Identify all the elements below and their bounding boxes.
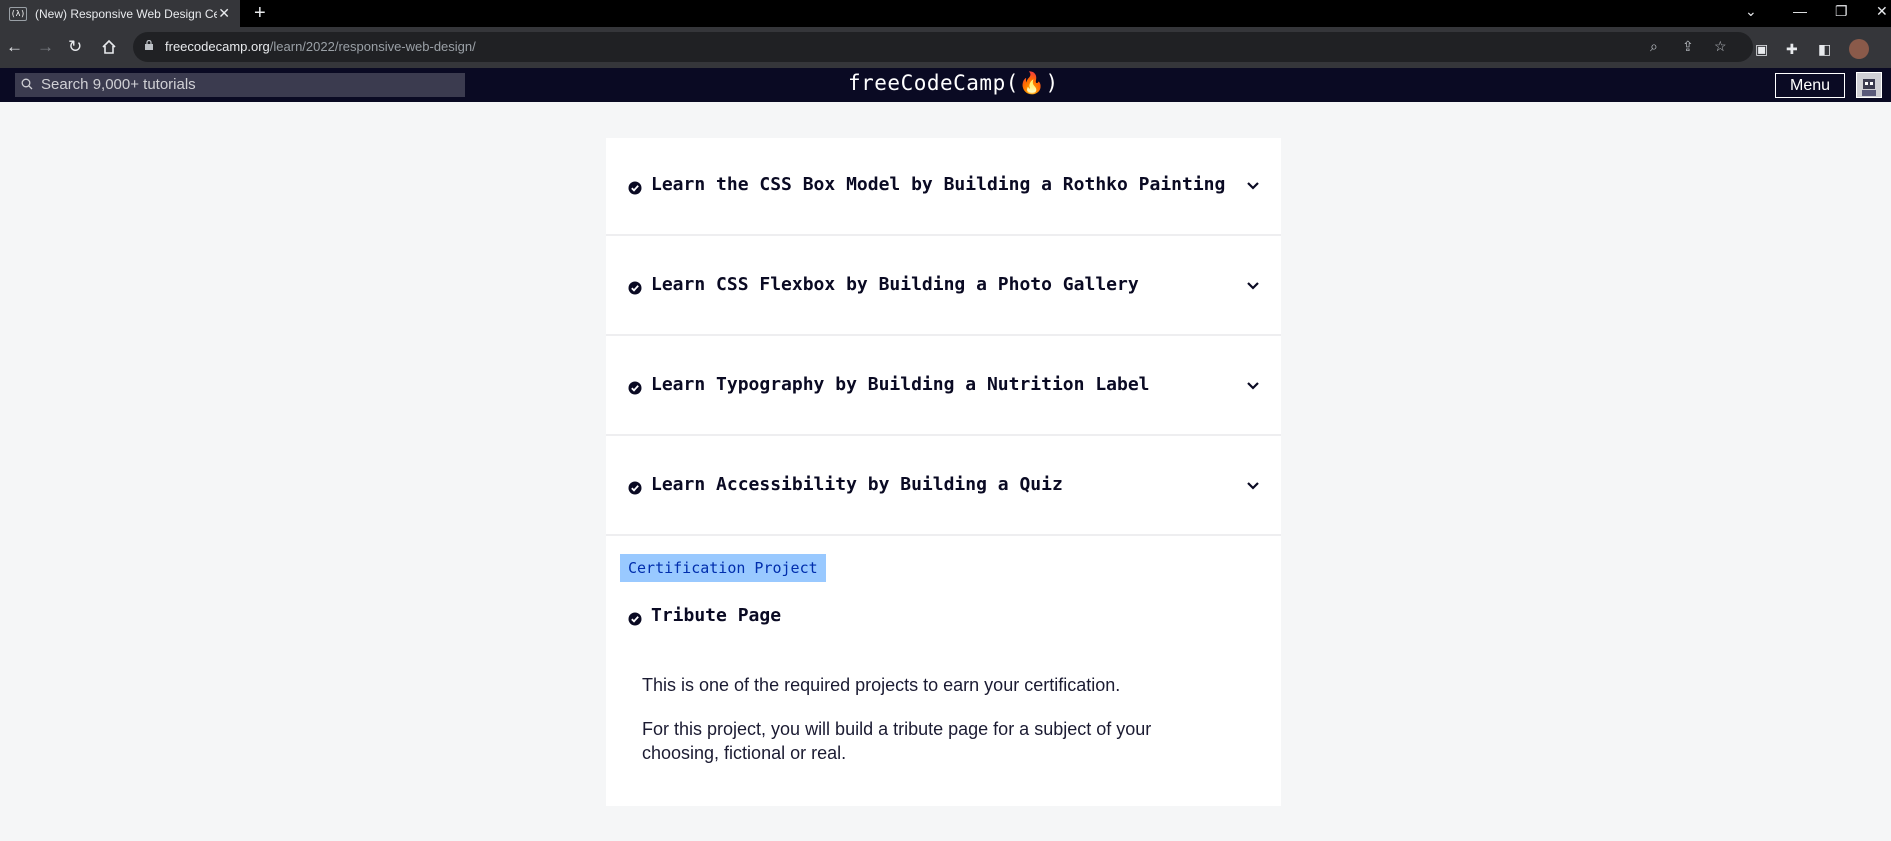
user-avatar[interactable] [1856, 72, 1882, 98]
extension-icon[interactable]: ▣ [1755, 41, 1768, 58]
check-circle-icon [628, 281, 642, 295]
restore-icon[interactable]: ❐ [1835, 3, 1848, 20]
share-icon[interactable]: ⇪ [1682, 38, 1694, 55]
block-title: Learn CSS Flexbox by Building a Photo Ga… [651, 274, 1139, 295]
profile-avatar[interactable] [1849, 39, 1869, 59]
search-input[interactable]: Search 9,000+ tutorials [15, 73, 465, 97]
back-icon[interactable]: ← [6, 37, 23, 57]
tribute-page-link[interactable]: Tribute Page [651, 605, 781, 626]
extensions-puzzle-icon[interactable]: ✚ [1786, 41, 1798, 58]
superblock-panel: Learn the CSS Box Model by Building a Ro… [606, 138, 1281, 806]
lock-icon [145, 40, 153, 50]
browser-tab[interactable]: (λ) (New) Responsive Web Design Ce ✕ [0, 0, 240, 27]
reload-icon[interactable]: ↻ [68, 37, 82, 57]
forward-icon[interactable]: → [37, 37, 54, 57]
project-description-1: This is one of the required projects to … [642, 675, 1121, 695]
address-bar[interactable]: freecodecamp.org/learn/2022/responsive-w… [133, 32, 1753, 62]
chevron-down-icon [1247, 382, 1259, 390]
certification-project-tag: Certification Project [620, 554, 826, 582]
block-title: Learn the CSS Box Model by Building a Ro… [651, 174, 1226, 195]
side-panel-icon[interactable]: ◧ [1818, 41, 1831, 58]
robot-avatar-icon [1862, 79, 1876, 96]
block-rothko[interactable]: Learn the CSS Box Model by Building a Ro… [606, 138, 1281, 236]
check-circle-icon [628, 481, 642, 495]
bookmark-star-icon[interactable]: ☆ [1714, 38, 1727, 55]
tab-title: (New) Responsive Web Design Ce [35, 6, 217, 21]
chevron-down-icon [1247, 482, 1259, 490]
new-tab-icon[interactable]: + [254, 3, 266, 23]
block-typography[interactable]: Learn Typography by Building a Nutrition… [606, 338, 1281, 436]
block-flexbox[interactable]: Learn CSS Flexbox by Building a Photo Ga… [606, 238, 1281, 336]
zoom-icon[interactable]: ⌕ [1650, 38, 1658, 55]
check-circle-icon [628, 181, 642, 195]
minimize-icon[interactable]: — [1793, 3, 1807, 19]
url-text: freecodecamp.org/learn/2022/responsive-w… [165, 39, 476, 54]
close-window-icon[interactable]: ✕ [1876, 3, 1888, 20]
block-accessibility[interactable]: Learn Accessibility by Building a Quiz [606, 438, 1281, 536]
fcc-navbar: Search 9,000+ tutorials freeCodeCamp(🔥) … [0, 68, 1891, 102]
close-tab-icon[interactable]: ✕ [218, 5, 230, 22]
browser-toolbar: ← → ↻ freecodecamp.org/learn/2022/respon… [0, 27, 1891, 68]
check-circle-icon [628, 381, 642, 395]
chevron-down-icon [1247, 182, 1259, 190]
block-title: Learn Accessibility by Building a Quiz [651, 474, 1063, 495]
browser-tab-bar: (λ) (New) Responsive Web Design Ce ✕ + ⌄… [0, 0, 1891, 27]
menu-button[interactable]: Menu [1775, 73, 1845, 98]
search-placeholder: Search 9,000+ tutorials [41, 76, 196, 93]
search-icon [21, 78, 33, 90]
project-description-2: For this project, you will build a tribu… [642, 719, 1152, 763]
tab-search-icon[interactable]: ⌄ [1745, 3, 1757, 20]
home-icon[interactable] [101, 39, 117, 55]
block-title: Learn Typography by Building a Nutrition… [651, 374, 1150, 395]
check-circle-icon [628, 612, 642, 626]
chevron-down-icon [1247, 282, 1259, 290]
fcc-logo[interactable]: freeCodeCamp(🔥) [848, 71, 1059, 96]
fcc-favicon-icon: (λ) [9, 6, 27, 21]
